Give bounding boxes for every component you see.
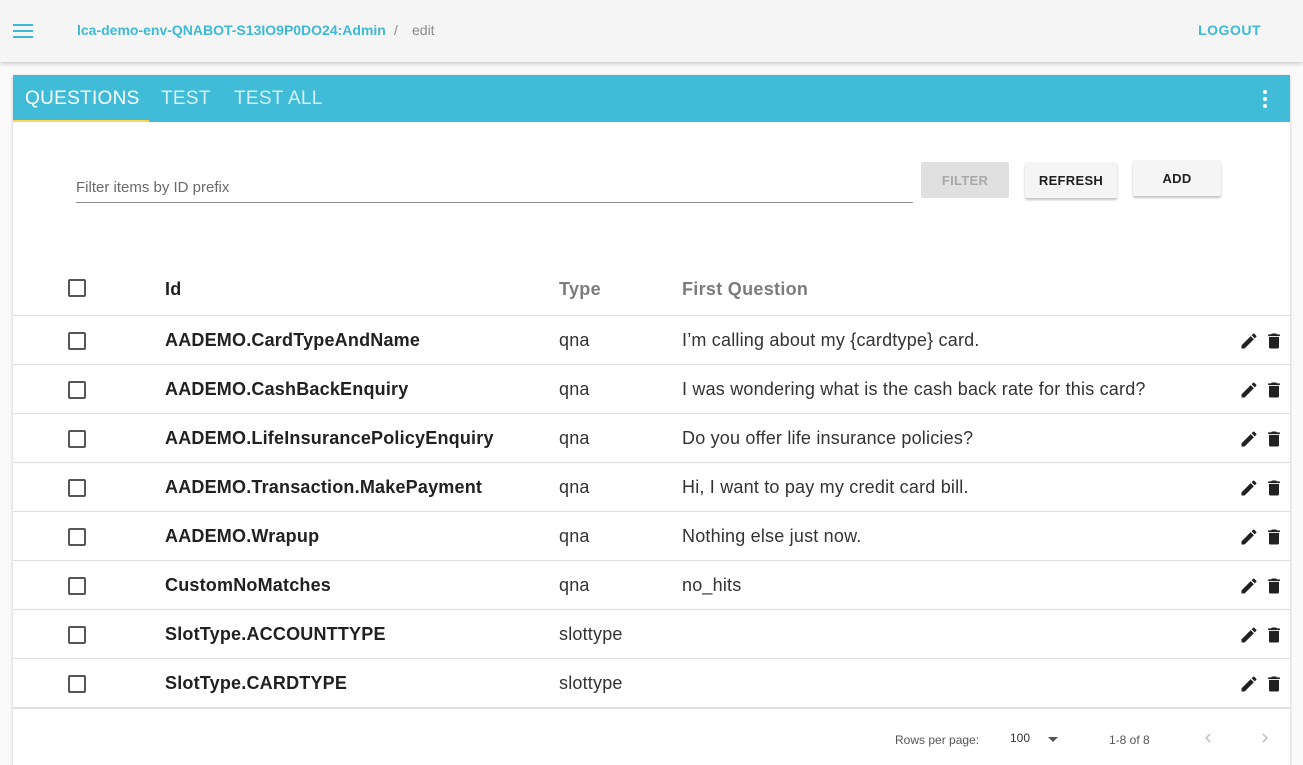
delete-icon[interactable] [1264,380,1284,400]
chevron-left-icon[interactable] [1199,729,1217,747]
rows-per-page-select[interactable]: 100 [1010,731,1070,749]
row-checkbox[interactable] [68,577,86,595]
table-row: SlotType.ACCOUNTTYPE slottype [13,610,1290,659]
table-row: SlotType.CARDTYPE slottype [13,659,1290,708]
delete-icon[interactable] [1264,331,1284,351]
edit-icon[interactable] [1239,380,1259,400]
row-checkbox[interactable] [68,332,86,350]
tab-questions[interactable]: QUESTIONS [25,75,140,122]
cell-type: slottype [559,673,623,693]
tab-test-all[interactable]: TEST ALL [234,75,323,122]
delete-icon[interactable] [1264,478,1284,498]
delete-icon[interactable] [1264,576,1284,596]
add-button[interactable]: ADD [1133,160,1221,196]
cell-type: qna [559,526,590,546]
filter-input[interactable] [76,173,913,203]
column-header-id[interactable]: Id [165,279,182,300]
table-pagination: Rows per page: 100 1-8 of 8 [13,708,1290,765]
tab-test[interactable]: TEST [161,75,211,122]
row-checkbox[interactable] [68,381,86,399]
cell-first-question: I’m calling about my {cardtype} card. [682,330,980,350]
questions-table: Id Type First Question AADEMO.CardTypeAn… [13,264,1290,708]
tab-bar: QUESTIONS TEST TEST ALL [13,75,1290,122]
table-header: Id Type First Question [13,264,1290,316]
breadcrumb-separator: / [394,22,398,38]
delete-icon[interactable] [1264,674,1284,694]
table-row: CustomNoMatches qna no_hits [13,561,1290,610]
menu-icon[interactable] [13,24,33,38]
row-checkbox[interactable] [68,626,86,644]
edit-icon[interactable] [1239,625,1259,645]
cell-first-question: no_hits [682,575,742,595]
edit-icon[interactable] [1239,576,1259,596]
rows-per-page-value: 100 [1010,731,1031,745]
logout-button[interactable]: LOGOUT [1198,22,1261,38]
column-header-type[interactable]: Type [559,279,601,300]
cell-first-question: Do you offer life insurance policies? [682,428,974,448]
table-row: AADEMO.Transaction.MakePayment qna Hi, I… [13,463,1290,512]
cell-type: qna [559,575,590,595]
cell-id: AADEMO.Transaction.MakePayment [165,477,483,497]
active-tab-indicator [13,120,149,122]
app-bar: lca-demo-env-QNABOT-S13IO9P0DO24:Admin /… [0,0,1303,62]
cell-type: qna [559,330,590,350]
pagination-range: 1-8 of 8 [1109,733,1150,747]
refresh-button[interactable]: REFRESH [1025,162,1117,198]
table-row: AADEMO.CashBackEnquiry qna I was wonderi… [13,365,1290,414]
filter-button[interactable]: FILTER [921,162,1009,198]
cell-id: CustomNoMatches [165,575,332,595]
cell-type: slottype [559,624,623,644]
cell-id: AADEMO.LifeInsurancePolicyEnquiry [165,428,494,448]
edit-icon[interactable] [1239,429,1259,449]
row-checkbox[interactable] [68,675,86,693]
row-checkbox[interactable] [68,479,86,497]
chevron-right-icon[interactable] [1256,729,1274,747]
row-checkbox[interactable] [68,430,86,448]
table-body: AADEMO.CardTypeAndName qna I’m calling a… [13,316,1290,708]
select-all-checkbox[interactable] [68,279,86,297]
cell-id: SlotType.ACCOUNTTYPE [165,624,386,644]
edit-icon[interactable] [1239,527,1259,547]
edit-icon[interactable] [1239,478,1259,498]
table-row: AADEMO.Wrapup qna Nothing else just now. [13,512,1290,561]
cell-type: qna [559,379,590,399]
cell-id: AADEMO.Wrapup [165,526,320,546]
delete-icon[interactable] [1264,429,1284,449]
cell-first-question: I was wondering what is the cash back ra… [682,379,1146,399]
cell-id: AADEMO.CashBackEnquiry [165,379,409,399]
table-row: AADEMO.LifeInsurancePolicyEnquiry qna Do… [13,414,1290,463]
breadcrumb-environment[interactable]: lca-demo-env-QNABOT-S13IO9P0DO24:Admin [77,22,386,38]
cell-type: qna [559,477,590,497]
chevron-down-icon [1048,737,1058,742]
more-vert-icon[interactable] [1262,90,1268,108]
delete-icon[interactable] [1264,625,1284,645]
row-checkbox[interactable] [68,528,86,546]
rows-per-page-label: Rows per page: [895,733,980,747]
edit-icon[interactable] [1239,674,1259,694]
delete-icon[interactable] [1264,527,1284,547]
main-card: QUESTIONS TEST TEST ALL FILTER REFRESH A… [13,75,1290,765]
breadcrumb-current-page: edit [412,22,435,38]
cell-first-question: Nothing else just now. [682,526,862,546]
cell-id: AADEMO.CardTypeAndName [165,330,421,350]
table-row: AADEMO.CardTypeAndName qna I’m calling a… [13,316,1290,365]
cell-first-question: Hi, I want to pay my credit card bill. [682,477,969,497]
cell-id: SlotType.CARDTYPE [165,673,348,693]
cell-type: qna [559,428,590,448]
edit-icon[interactable] [1239,331,1259,351]
column-header-first-question[interactable]: First Question [682,279,808,300]
